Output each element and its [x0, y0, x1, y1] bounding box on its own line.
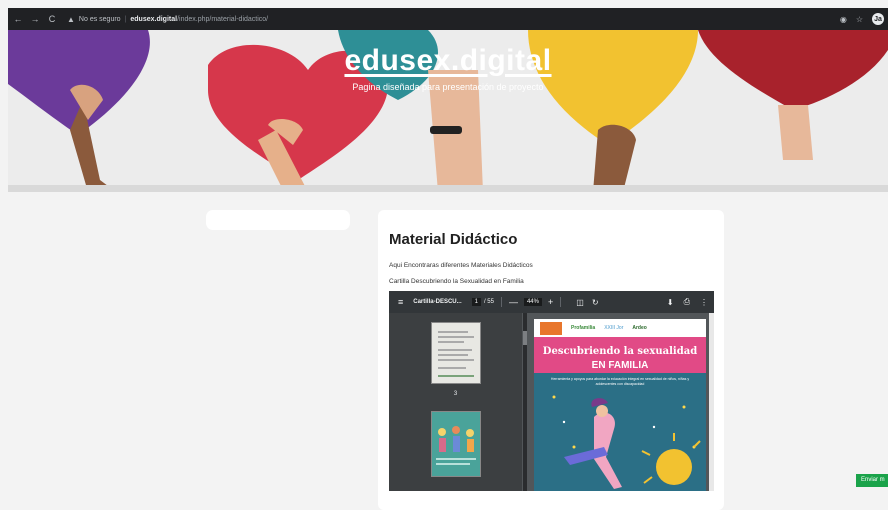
thumbnail-scrollbar[interactable]	[523, 313, 527, 491]
browser-toolbar: ← → C ▲ No es seguro | edusex.digital/in…	[8, 8, 888, 30]
cover-subtitle: Herramienta y apoyos para abordar la edu…	[550, 377, 690, 386]
page-total: / 55	[483, 299, 494, 305]
fit-page-icon[interactable]: ◫	[576, 298, 584, 307]
url-path: /index.php/material-didactico/	[177, 15, 269, 23]
logo-profamilia: Profamilia	[571, 325, 596, 331]
page-number-input[interactable]: 1	[471, 298, 481, 306]
thumbnail-panel[interactable]: 3	[389, 313, 522, 491]
menu-icon[interactable]: ≡	[398, 297, 403, 307]
pdf-viewer[interactable]: ≡ Cartilla-DESCU... 1 / 55 — 44% + ◫ ↻ ⬇…	[389, 291, 714, 491]
content-card: Material Didáctico Aqui Encontraras dife…	[378, 210, 724, 510]
reload-icon[interactable]: C	[45, 12, 59, 26]
pdf-toolbar: ≡ Cartilla-DESCU... 1 / 55 — 44% + ◫ ↻ ⬇…	[389, 291, 714, 313]
cover-title: Descubriendo la sexualidad	[542, 346, 698, 357]
url-separator: |	[124, 15, 127, 23]
pdf-actions: ⬇ ⎙ ⋮	[667, 291, 708, 313]
profile-avatar[interactable]: Ja	[872, 13, 884, 25]
page-thumbnail[interactable]	[431, 411, 481, 477]
eye-icon[interactable]: ◉	[840, 15, 847, 24]
address-bar[interactable]: No es seguro | edusex.digital/index.php/…	[79, 16, 268, 23]
logo-secondary: XXIII Jor	[604, 325, 624, 331]
zoom-input[interactable]: 44%	[523, 298, 542, 306]
sidebar-widget	[206, 210, 350, 230]
document-scrollbar[interactable]	[709, 313, 714, 491]
logo-ardeo: Ardeo	[632, 325, 647, 331]
zoom-out-button[interactable]: —	[509, 297, 518, 307]
download-icon[interactable]: ⬇	[667, 298, 674, 307]
hero-banner: edusex.digital Pagina diseñada para pres…	[8, 30, 888, 192]
logo-icon	[540, 321, 562, 335]
material-label: Cartilla Descubriendo la Sexualidad en F…	[389, 278, 524, 285]
more-icon[interactable]: ⋮	[700, 298, 708, 307]
forward-icon[interactable]: →	[28, 12, 42, 26]
rotate-icon[interactable]: ↻	[592, 298, 599, 307]
pdf-filename: Cartilla-DESCU...	[413, 299, 462, 305]
site-tagline: Pagina diseñada para presentación de pro…	[352, 82, 544, 92]
pdf-page: Profamilia XXIII Jor Ardeo Descubriendo …	[534, 319, 706, 491]
zoom-in-button[interactable]: +	[548, 297, 553, 307]
send-message-button[interactable]: Enviar m	[856, 474, 888, 487]
print-icon[interactable]: ⎙	[684, 297, 690, 307]
page-thumbnail[interactable]	[431, 322, 481, 384]
logo-strip: Profamilia XXIII Jor Ardeo	[534, 319, 706, 337]
site-title[interactable]: edusex.digital	[8, 44, 888, 78]
star-icon[interactable]: ☆	[856, 15, 863, 24]
warning-icon[interactable]: ▲	[67, 15, 75, 24]
url-host: edusex.digital	[130, 15, 178, 23]
main-area: Material Didáctico Aqui Encontraras dife…	[8, 192, 888, 510]
back-icon[interactable]: ←	[11, 12, 25, 26]
cover-image: Descubriendo la sexualidad EN FAMILIA He…	[534, 337, 706, 491]
security-text: No es seguro	[78, 15, 121, 23]
cover-title-highlight: EN FAMILIA	[591, 360, 649, 371]
page-title: Material Didáctico	[389, 231, 518, 248]
toolbar-divider	[500, 297, 502, 307]
intro-text: Aqui Encontraras diferentes Materiales D…	[389, 262, 533, 269]
browser-actions: ◉ ☆ Ja	[840, 8, 884, 30]
thumbnail-page-number: 3	[453, 391, 458, 397]
toolbar-divider	[560, 297, 562, 307]
